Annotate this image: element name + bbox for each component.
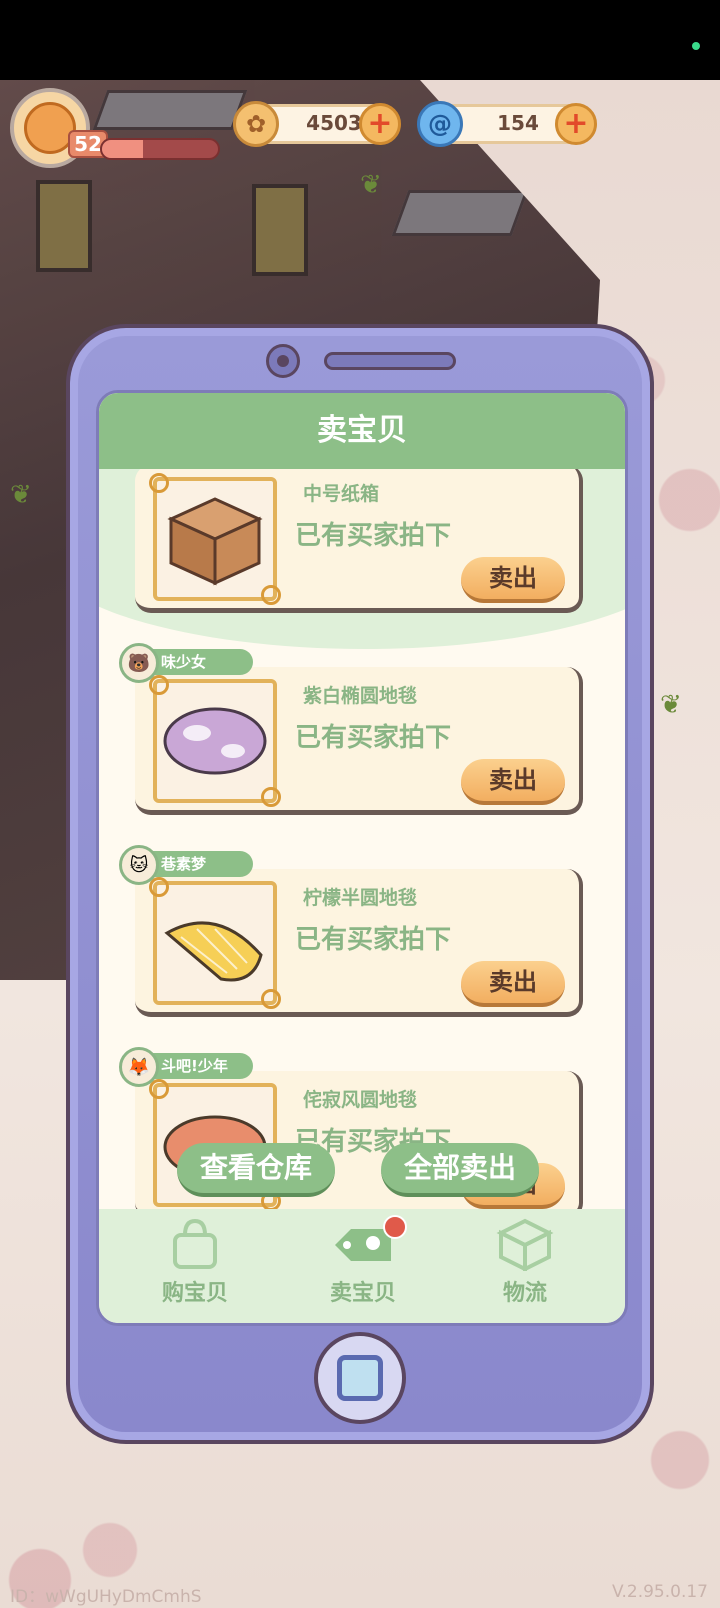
item-status: 已有买家拍下 xyxy=(295,925,452,955)
bottom-actions: 查看仓库 全部卖出 xyxy=(99,1143,625,1203)
vine-leaf-icon: ❦ xyxy=(660,690,682,720)
buyer-name: 斗吧!少年 xyxy=(145,1053,253,1079)
bear-avatar-icon: 🐻 xyxy=(119,643,159,683)
roof-tile xyxy=(391,190,529,236)
item-status: 已有买家拍下 xyxy=(295,723,452,753)
sell-all-button[interactable]: 全部卖出 xyxy=(381,1143,539,1197)
list-item: 柠檬半圆地毯 已有买家拍下 卖出 🐱 巷素梦 xyxy=(119,845,589,1019)
list-item: 中号纸箱 已有买家拍下 卖出 xyxy=(135,469,589,615)
cat-avatar-icon: 🦊 xyxy=(119,1047,159,1087)
oval-rug-icon xyxy=(163,707,267,775)
vine-leaf-icon: ❦ xyxy=(10,480,32,510)
swirl-gem-icon: @ xyxy=(417,101,463,147)
status-bar xyxy=(0,0,720,80)
view-warehouse-button[interactable]: 查看仓库 xyxy=(177,1143,335,1197)
tab-logistics[interactable]: 物流 xyxy=(455,1217,595,1317)
buyer-name: 巷素梦 xyxy=(145,851,253,877)
item-name: 紫白椭圆地毯 xyxy=(303,685,418,707)
sell-button[interactable]: 卖出 xyxy=(461,759,565,805)
gem-counter: @ 154 + xyxy=(417,101,597,147)
cat-avatar-icon: 🐱 xyxy=(119,845,159,885)
cardboard-box-icon xyxy=(167,497,263,586)
screen-title: 卖宝贝 xyxy=(99,393,625,469)
vine-leaf-icon: ❦ xyxy=(360,170,382,200)
buyer-name: 味少女 xyxy=(145,649,253,675)
list-item: 紫白椭圆地毯 已有买家拍下 卖出 🐻 味少女 xyxy=(119,643,589,817)
coin-counter: ✿ 4503 + xyxy=(233,101,401,147)
coin-icon: ✿ xyxy=(233,101,279,147)
add-coins-button[interactable]: + xyxy=(359,103,401,145)
house-window xyxy=(252,184,308,276)
phone-screen: 卖宝贝 中号纸箱 已有买家拍下 卖出 紫白椭圆地毯 已有买家拍下 卖出 🐻 味少… xyxy=(96,390,628,1326)
buyer-tag: 🐱 巷素梦 xyxy=(119,845,253,885)
xp-bar xyxy=(100,138,220,160)
phone-camera-icon xyxy=(266,344,300,378)
buyer-tag: 🦊 斗吧!少年 xyxy=(119,1047,253,1087)
xp-bar-fill xyxy=(102,140,143,158)
tab-label: 购宝贝 xyxy=(161,1281,228,1306)
tab-buy[interactable]: 购宝贝 xyxy=(125,1217,265,1317)
item-status: 已有买家拍下 xyxy=(295,521,452,551)
tab-sell[interactable]: 卖宝贝 xyxy=(293,1215,433,1317)
status-indicator-dot xyxy=(692,42,700,50)
home-square-icon xyxy=(337,1355,383,1401)
gem-value: 154 xyxy=(497,111,539,135)
item-image-frame xyxy=(149,877,281,1009)
item-image-frame xyxy=(149,473,281,605)
version-label: V.2.95.0.17 xyxy=(612,1582,708,1602)
house-window xyxy=(36,180,92,272)
add-gems-button[interactable]: + xyxy=(555,103,597,145)
sell-button[interactable]: 卖出 xyxy=(461,961,565,1007)
item-name: 柠檬半圆地毯 xyxy=(303,887,418,909)
phone-speaker xyxy=(324,352,456,370)
lemon-rug-icon xyxy=(164,921,263,982)
item-name: 中号纸箱 xyxy=(303,483,380,505)
player-id: ID：wWgUHyDmCmhS xyxy=(10,1587,202,1607)
sell-button[interactable]: 卖出 xyxy=(461,557,565,603)
item-name: 侘寂风圆地毯 xyxy=(303,1089,418,1111)
phone-panel: 卖宝贝 中号纸箱 已有买家拍下 卖出 紫白椭圆地毯 已有买家拍下 卖出 🐻 味少… xyxy=(66,324,654,1444)
phone-home-button[interactable] xyxy=(314,1332,406,1424)
tab-label: 卖宝贝 xyxy=(329,1281,396,1306)
item-image-frame xyxy=(149,675,281,807)
shopping-bag-icon xyxy=(173,1218,217,1269)
box-icon xyxy=(496,1218,554,1271)
notification-dot xyxy=(383,1215,407,1239)
roof-tile xyxy=(92,90,248,130)
buyer-tag: 🐻 味少女 xyxy=(119,643,253,683)
tab-bar: 购宝贝 卖宝贝 物流 xyxy=(99,1209,625,1323)
sell-item-list[interactable]: 中号纸箱 已有买家拍下 卖出 紫白椭圆地毯 已有买家拍下 卖出 🐻 味少女 柠檬… xyxy=(99,469,625,1209)
tab-label: 物流 xyxy=(502,1281,547,1306)
